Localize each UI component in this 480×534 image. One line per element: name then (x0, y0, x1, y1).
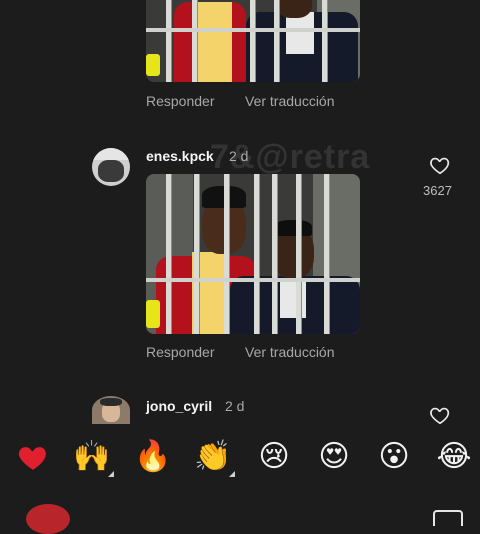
comment-username[interactable]: jono_cyril (146, 398, 212, 414)
avatar[interactable] (92, 396, 130, 424)
laughing-tears-emoji-button[interactable]: 😂 (434, 437, 474, 477)
surprised-face-icon: 😮 (378, 439, 410, 474)
reply-button[interactable]: Responder (146, 93, 215, 109)
crying-face-emoji-button[interactable]: 😢 (254, 437, 294, 477)
heart-eyes-icon: 😍 (318, 439, 350, 474)
clapping-hands-emoji-button[interactable]: 👏 (193, 437, 235, 477)
heart-outline-icon[interactable] (429, 404, 451, 426)
translate-button[interactable]: Ver traducción (245, 93, 335, 109)
like-count: 3627 (423, 183, 452, 198)
avatar[interactable] (92, 148, 130, 186)
translate-button[interactable]: Ver traducción (245, 344, 335, 360)
gif-icon[interactable] (433, 510, 463, 526)
comment-time: 2 d (225, 398, 245, 414)
raising-hands-icon: 🙌 (73, 439, 111, 474)
skin-tone-indicator (229, 471, 235, 477)
reply-button[interactable]: Responder (146, 344, 215, 360)
comment-username[interactable]: enes.kpck (146, 148, 214, 164)
fire-icon: 🔥 (134, 439, 172, 474)
gif-scene (146, 0, 360, 82)
reaction-bar: 🙌 🔥 👏 😢 😍 😮 😂 (0, 437, 480, 485)
clapping-hands-icon: 👏 (194, 439, 232, 474)
red-heart-emoji-button[interactable] (13, 437, 53, 477)
watermark-text: 7&@retra (210, 138, 371, 176)
avatar (26, 504, 70, 534)
crying-face-icon: 😢 (258, 439, 290, 474)
gif-scene (146, 174, 360, 334)
heart-icon (18, 447, 46, 470)
heart-outline-icon[interactable] (429, 154, 451, 176)
laughing-tears-icon: 😂 (436, 439, 472, 474)
fire-emoji-button[interactable]: 🔥 (133, 437, 173, 477)
gif-image-1[interactable] (146, 0, 360, 82)
skin-tone-indicator (108, 471, 114, 477)
heart-eyes-emoji-button[interactable]: 😍 (314, 437, 354, 477)
gif-image-2[interactable] (146, 174, 360, 334)
surprised-face-emoji-button[interactable]: 😮 (374, 437, 414, 477)
raising-hands-emoji-button[interactable]: 🙌 (72, 437, 114, 477)
comment-input-bar[interactable] (0, 500, 480, 534)
